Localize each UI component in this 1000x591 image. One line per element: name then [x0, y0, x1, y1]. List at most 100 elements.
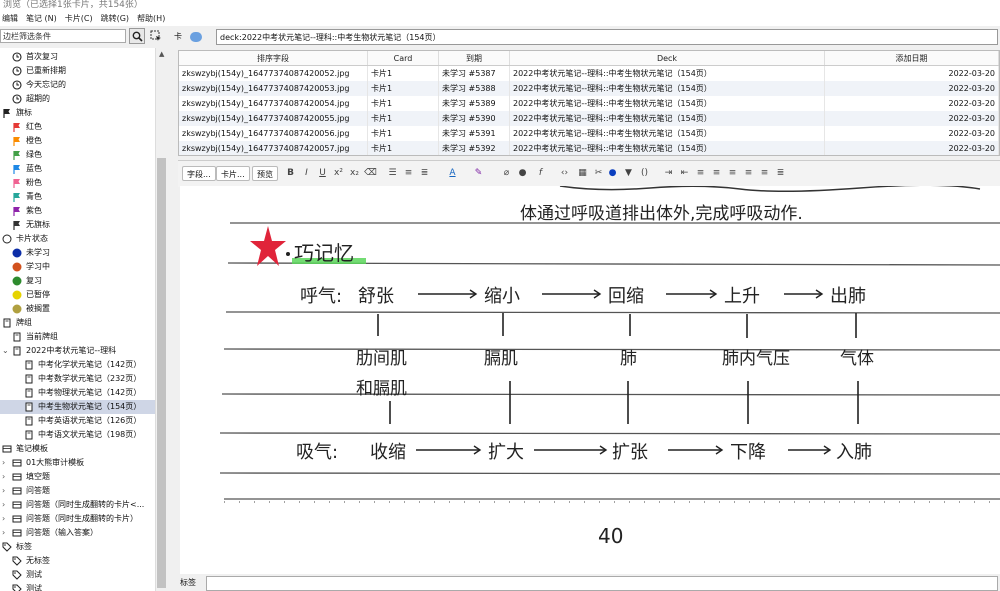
sidebar-item[interactable]: 测试	[0, 582, 155, 591]
sidebar-item[interactable]: 已重新排期	[0, 64, 155, 78]
menu-go[interactable]: 跳转(G)	[101, 11, 129, 26]
column-header-due[interactable]: 到期	[438, 51, 510, 66]
sidebar-item[interactable]: 旗标	[0, 106, 155, 120]
italic-icon[interactable]: I	[300, 167, 313, 180]
dropdown-icon[interactable]: ▼	[622, 167, 635, 180]
expand-chevron-icon[interactable]: ›	[2, 498, 5, 512]
sidebar-search-input[interactable]: 边栏筛选条件	[0, 29, 126, 43]
menu-notes[interactable]: 笔记 (N)	[26, 11, 57, 26]
numbered-list-icon[interactable]: ≡	[402, 167, 415, 180]
sidebar-item[interactable]: › 01大熊审计模板	[0, 456, 155, 470]
align-left-icon[interactable]: ≡	[694, 167, 707, 180]
sidebar-item[interactable]: › 填空题	[0, 470, 155, 484]
subscript-icon[interactable]: x₂	[348, 167, 361, 180]
sidebar-item[interactable]: 首次复习	[0, 50, 155, 64]
indent-icon[interactable]: ⇥	[662, 167, 675, 180]
sidebar-item[interactable]: 橙色	[0, 134, 155, 148]
sidebar-item[interactable]: 标签	[0, 540, 155, 554]
cloze-icon[interactable]: ✂	[592, 167, 605, 180]
color-dot-icon[interactable]: ●	[606, 167, 619, 180]
browser-search-input[interactable]: deck:2022中考状元笔记--理科::中考生物状元笔记（154页）	[216, 29, 998, 45]
sidebar-item[interactable]: 已暂停	[0, 288, 155, 302]
expand-chevron-icon[interactable]: ›	[2, 484, 5, 498]
sidebar-item[interactable]: 学习中	[0, 260, 155, 274]
sidebar-item[interactable]: 笔记模板	[0, 442, 155, 456]
note-image-field[interactable]: 体通过呼吸道排出体外,完成呼吸动作. 巧记忆 呼气: 舒张 缩小 回缩 上升 出肺 肋间…	[180, 186, 1000, 574]
sidebar-item[interactable]: 红色	[0, 120, 155, 134]
table-icon[interactable]: ▦	[576, 167, 589, 180]
expand-chevron-icon[interactable]: ›	[2, 526, 5, 540]
html-editor-icon[interactable]: ‹›	[558, 167, 571, 180]
sidebar-item[interactable]: 紫色	[0, 204, 155, 218]
editor-left-scrollbar[interactable]	[166, 186, 178, 574]
cards-notes-toggle[interactable]: 卡	[174, 30, 206, 44]
align-right-icon[interactable]: ≡	[726, 167, 739, 180]
eraser-icon[interactable]: ⌫	[364, 167, 377, 180]
table-row[interactable]: zkswzybj(154y)_16477374087420056.jpg 卡片1 未…	[179, 126, 999, 141]
sidebar-item[interactable]: › 问答题（同时生成翻转的卡片<...	[0, 498, 155, 512]
sidebar-item[interactable]: 卡片状态	[0, 232, 155, 246]
sidebar-item[interactable]: ⌄ 2022中考状元笔记--理科	[0, 344, 155, 358]
expand-chevron-icon[interactable]: ›	[2, 512, 5, 526]
sidebar-item[interactable]: 绿色	[0, 148, 155, 162]
menu-edit[interactable]: 编辑	[2, 11, 18, 26]
sidebar-item[interactable]: 当前牌组	[0, 330, 155, 344]
sidebar-item[interactable]: 今天忘记的	[0, 78, 155, 92]
align-center-icon[interactable]: ≡	[710, 167, 723, 180]
brackets-icon[interactable]: ()	[638, 167, 651, 180]
sidebar-item[interactable]: › 问答题（输入答案）	[0, 526, 155, 540]
superscript-icon[interactable]: x²	[332, 167, 345, 180]
function-icon[interactable]: f	[534, 167, 547, 180]
scroll-up-icon[interactable]: ▲	[159, 50, 164, 58]
sidebar-item[interactable]: 中考物理状元笔记（142页）	[0, 386, 155, 400]
outdent-icon[interactable]: ⇤	[678, 167, 691, 180]
menu-cards[interactable]: 卡片(C)	[65, 11, 93, 26]
sidebar-item[interactable]: 青色	[0, 190, 155, 204]
table-row[interactable]: zkswzybj(154y)_16477374087420052.jpg 卡片1 未…	[179, 65, 999, 81]
table-row[interactable]: zkswzybj(154y)_16477374087420057.jpg 卡片1 未…	[179, 141, 999, 155]
sidebar-item[interactable]: 测试	[0, 568, 155, 582]
highlight-icon[interactable]: ✎	[472, 167, 485, 180]
tags-input[interactable]	[206, 576, 998, 591]
sidebar-item[interactable]: 牌组	[0, 316, 155, 330]
expand-chevron-icon[interactable]: ›	[2, 470, 5, 484]
sidebar-item[interactable]: 复习	[0, 274, 155, 288]
sidebar-scroll-thumb[interactable]	[157, 158, 166, 588]
attach-icon[interactable]: ⌀	[500, 167, 513, 180]
sidebar-item[interactable]: 中考英语状元笔记（126页）	[0, 414, 155, 428]
sidebar-item[interactable]: › 问答题（同时生成翻转的卡片）	[0, 512, 155, 526]
sidebar-item[interactable]: 超期的	[0, 92, 155, 106]
sidebar-item[interactable]: 未学习	[0, 246, 155, 260]
text-color-icon[interactable]: A	[446, 167, 459, 180]
microphone-icon[interactable]: ●	[516, 167, 529, 180]
bold-icon[interactable]: B	[284, 167, 297, 180]
sidebar-item[interactable]: 无标签	[0, 554, 155, 568]
align-icon[interactable]: ≣	[418, 167, 431, 180]
sidebar-item[interactable]: 粉色	[0, 176, 155, 190]
sidebar-item[interactable]: 被搁置	[0, 302, 155, 316]
menu-help[interactable]: 帮助(H)	[137, 11, 165, 26]
sidebar-item[interactable]: › 问答题	[0, 484, 155, 498]
table-row[interactable]: zkswzybj(154y)_16477374087420054.jpg 卡片1 未…	[179, 96, 999, 111]
sidebar-item[interactable]: 中考化学状元笔记（142页）	[0, 358, 155, 372]
select-tool-button[interactable]	[148, 28, 164, 44]
align-full-icon[interactable]: ≡	[758, 167, 771, 180]
cards-button[interactable]: 卡片...	[216, 166, 250, 181]
column-header-sort-field[interactable]: 排序字段	[179, 51, 368, 66]
fields-button[interactable]: 字段...	[182, 166, 216, 181]
table-row[interactable]: zkswzybj(154y)_16477374087420053.jpg 卡片1 未…	[179, 81, 999, 96]
align-justify-icon[interactable]: ≡	[742, 167, 755, 180]
expand-chevron-icon[interactable]: ›	[2, 456, 5, 470]
bullet-list-icon[interactable]: ☰	[386, 167, 399, 180]
underline-icon[interactable]: U	[316, 167, 329, 180]
sidebar-item[interactable]: 蓝色	[0, 162, 155, 176]
column-header-added[interactable]: 添加日期	[824, 51, 999, 66]
sidebar-item[interactable]: 无旗标	[0, 218, 155, 232]
table-row[interactable]: zkswzybj(154y)_16477374087420055.jpg 卡片1 未…	[179, 111, 999, 126]
more-icon[interactable]: ≣	[774, 167, 787, 180]
expand-chevron-icon[interactable]: ⌄	[2, 344, 9, 358]
search-button[interactable]	[129, 28, 145, 44]
column-header-card[interactable]: Card	[367, 51, 439, 66]
column-header-deck[interactable]: Deck	[509, 51, 825, 66]
sidebar-item[interactable]: 中考生物状元笔记（154页）	[0, 400, 155, 414]
